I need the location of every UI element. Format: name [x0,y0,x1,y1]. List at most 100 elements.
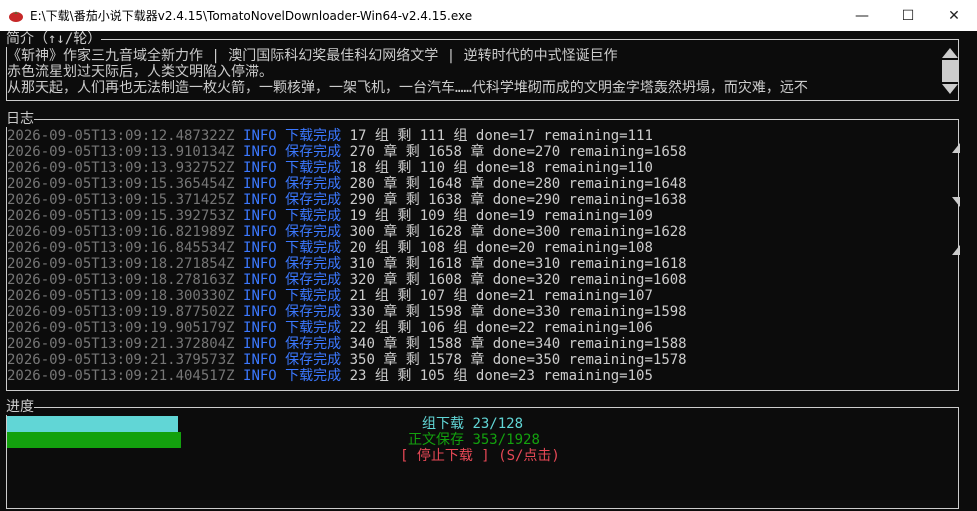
log-timestamp: 2026-09-05T13:09:15.392753Z [7,208,235,224]
log-scroll-up-icon-2[interactable] [952,245,960,255]
log-level: INFO [243,368,277,384]
close-button[interactable]: ✕ [931,0,977,31]
log-message: 300 章 剩 1628 章 done=300 remaining=1628 [349,224,687,240]
intro-line-1: 《斩神》作家三九音域全新力作 | 澳门国际科幻奖最佳科幻网络文学 | 逆转时代的… [7,48,618,64]
log-event: 保存完成 [285,304,342,320]
log-timestamp: 2026-09-05T13:09:12.487322Z [7,128,235,144]
chapter-save-text: 正文保存 353/1928 [408,432,540,448]
scroll-up-icon[interactable] [942,48,958,58]
log-event: 下载完成 [285,368,342,384]
log-timestamp: 2026-09-05T13:09:21.372804Z [7,336,235,352]
stop-download-button[interactable]: [ 停止下载 ] (S/点击) [400,448,560,464]
intro-scroll-thumb[interactable] [942,60,958,82]
log-row: 2026-09-05T13:09:15.365454Z INFO 保存完成 28… [7,176,687,192]
log-timestamp: 2026-09-05T13:09:19.905179Z [7,320,235,336]
log-message: 280 章 剩 1648 章 done=280 remaining=1648 [349,176,687,192]
log-message: 350 章 剩 1578 章 done=350 remaining=1578 [349,352,687,368]
log-event: 保存完成 [285,272,342,288]
log-row: 2026-09-05T13:09:19.877502Z INFO 保存完成 33… [7,304,687,320]
group-download-bar [7,416,178,432]
log-message: 22 组 剩 106 组 done=22 remaining=106 [349,320,653,336]
log-timestamp: 2026-09-05T13:09:18.271854Z [7,256,235,272]
log-event: 下载完成 [285,240,342,256]
log-timestamp: 2026-09-05T13:09:18.300330Z [7,288,235,304]
log-timestamp: 2026-09-05T13:09:19.877502Z [7,304,235,320]
log-row: 2026-09-05T13:09:12.487322Z INFO 下载完成 17… [7,128,653,144]
log-timestamp: 2026-09-05T13:09:15.371425Z [7,192,235,208]
log-message: 290 章 剩 1638 章 done=290 remaining=1638 [349,192,687,208]
log-row: 2026-09-05T13:09:15.392753Z INFO 下载完成 19… [7,208,653,224]
log-message: 19 组 剩 109 组 done=19 remaining=109 [349,208,653,224]
minimize-icon: — [855,7,869,24]
log-row: 2026-09-05T13:09:16.845534Z INFO 下载完成 20… [7,240,653,256]
log-row: 2026-09-05T13:09:15.371425Z INFO 保存完成 29… [7,192,687,208]
log-level: INFO [243,352,277,368]
log-message: 270 章 剩 1658 章 done=270 remaining=1658 [349,144,687,160]
log-event: 保存完成 [285,144,342,160]
log-event: 保存完成 [285,336,342,352]
title-bar[interactable]: E:\下载\番茄小说下载器v2.4.15\TomatoNovelDownload… [0,0,977,31]
log-row: 2026-09-05T13:09:13.910134Z INFO 保存完成 27… [7,144,687,160]
log-level: INFO [243,320,277,336]
minimize-button[interactable]: — [839,0,885,31]
log-scroll-down-icon[interactable] [952,197,960,207]
log-event: 保存完成 [285,352,342,368]
log-message: 20 组 剩 108 组 done=20 remaining=108 [349,240,653,256]
intro-scrollbar[interactable] [942,48,958,96]
console-area[interactable]: 简介（↑↓/轮） 《斩神》作家三九音域全新力作 | 澳门国际科幻奖最佳科幻网络文… [0,31,977,511]
close-icon: ✕ [948,7,960,24]
log-label: 日志 [6,111,34,127]
log-timestamp: 2026-09-05T13:09:16.821989Z [7,224,235,240]
log-event: 下载完成 [285,288,342,304]
chapter-save-bar [7,432,181,448]
log-message: 23 组 剩 105 组 done=23 remaining=105 [349,368,653,384]
window-controls: — ☐ ✕ [839,0,977,31]
maximize-button[interactable]: ☐ [885,0,931,31]
log-message: 310 章 剩 1618 章 done=310 remaining=1618 [349,256,687,272]
log-level: INFO [243,304,277,320]
log-message: 18 组 剩 110 组 done=18 remaining=110 [349,160,653,176]
log-row: 2026-09-05T13:09:18.278163Z INFO 保存完成 32… [7,272,687,288]
log-row: 2026-09-05T13:09:18.271854Z INFO 保存完成 31… [7,256,687,272]
tomato-app-icon [9,10,23,22]
log-level: INFO [243,192,277,208]
intro-line-2: 赤色流星划过天际后，人类文明陷入停滞。 [7,64,273,80]
progress-label: 进度 [6,399,34,415]
log-timestamp: 2026-09-05T13:09:13.932752Z [7,160,235,176]
log-level: INFO [243,128,277,144]
log-level: INFO [243,288,277,304]
log-timestamp: 2026-09-05T13:09:16.845534Z [7,240,235,256]
log-level: INFO [243,160,277,176]
log-row: 2026-09-05T13:09:18.300330Z INFO 下载完成 21… [7,288,653,304]
log-event: 下载完成 [285,208,342,224]
log-timestamp: 2026-09-05T13:09:21.379573Z [7,352,235,368]
scroll-down-icon[interactable] [942,84,958,94]
log-timestamp: 2026-09-05T13:09:13.910134Z [7,144,235,160]
log-event: 下载完成 [285,160,342,176]
chapter-save-label: 正文保存 [408,432,464,448]
log-level: INFO [243,336,277,352]
log-event: 下载完成 [285,128,342,144]
window-title: E:\下载\番茄小说下载器v2.4.15\TomatoNovelDownload… [30,9,473,23]
group-download-value: 23/128 [472,416,524,432]
log-event: 保存完成 [285,256,342,272]
chapter-save-value: 353/1928 [472,432,540,448]
log-message: 21 组 剩 107 组 done=21 remaining=107 [349,288,653,304]
log-message: 17 组 剩 111 组 done=17 remaining=111 [349,128,653,144]
log-event: 保存完成 [285,176,342,192]
log-level: INFO [243,176,277,192]
log-message: 330 章 剩 1598 章 done=330 remaining=1598 [349,304,687,320]
log-level: INFO [243,272,277,288]
log-scroll-up-icon[interactable] [952,143,960,153]
log-level: INFO [243,224,277,240]
log-row: 2026-09-05T13:09:21.379573Z INFO 保存完成 35… [7,352,687,368]
log-row: 2026-09-05T13:09:21.372804Z INFO 保存完成 34… [7,336,687,352]
intro-label: 简介（↑↓/轮） [6,31,102,47]
log-event: 保存完成 [285,224,342,240]
log-timestamp: 2026-09-05T13:09:18.278163Z [7,272,235,288]
log-event: 保存完成 [285,192,342,208]
log-message: 340 章 剩 1588 章 done=340 remaining=1588 [349,336,687,352]
log-scrollbar[interactable] [952,143,960,267]
log-timestamp: 2026-09-05T13:09:21.404517Z [7,368,235,384]
intro-line-3: 从那天起，人们再也无法制造一枚火箭，一颗核弹，一架飞机，一台汽车……代科学堆砌而… [7,80,808,96]
